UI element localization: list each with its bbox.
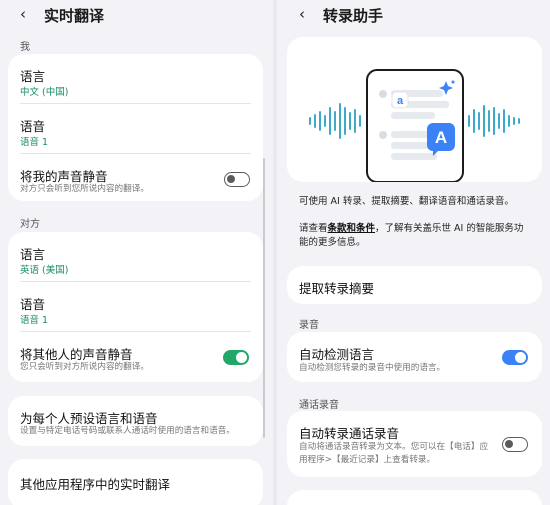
auto-detect-toggle[interactable] xyxy=(502,350,528,365)
me-language-value: 中文 (中国) xyxy=(20,87,69,98)
back-icon[interactable]: ‹ xyxy=(20,5,26,23)
divider xyxy=(20,331,251,332)
illustration-card: a A xyxy=(287,37,542,183)
auto-detect-label: 自动检测语言 xyxy=(299,347,375,362)
left-header: ‹ 实时翻译 xyxy=(0,0,273,30)
summary-button[interactable]: 提取转录摘要 xyxy=(287,266,542,304)
me-voice-value: 语音 1 xyxy=(20,137,49,148)
section-header-recording: 录音 xyxy=(299,320,319,331)
terms-link[interactable]: 条款和条件 xyxy=(328,223,376,234)
auto-detect-row[interactable]: 自动检测语言 自动检测您转录的录音中使用的语言。 xyxy=(287,332,542,382)
right-panel: ‹ 转录助手 a A 可使用 AI 转录、提取摘要、翻译语音和通话录音。 请查看… xyxy=(277,0,550,505)
svg-text:a: a xyxy=(397,95,404,107)
me-voice-label: 语音 xyxy=(20,119,46,134)
other-voice-value: 语音 1 xyxy=(20,315,49,326)
auto-detect-desc: 自动检测您转录的录音中使用的语言。 xyxy=(299,363,446,373)
divider xyxy=(20,153,251,154)
other-mute-toggle[interactable] xyxy=(223,350,249,365)
left-panel: ‹ 实时翻译 我 语言 中文 (中国) 语音 语音 1 将我的声音静音 对方只会… xyxy=(0,0,273,505)
right-header: ‹ 转录助手 xyxy=(277,0,550,30)
me-mute-toggle[interactable] xyxy=(224,172,250,187)
auto-transcribe-desc: 自动将通话录音转录为文本。您可以在【电话】应 用程序>【最近记录】上查看转录。 xyxy=(299,442,489,465)
auto-transcribe-toggle[interactable] xyxy=(502,437,528,452)
back-icon[interactable]: ‹ xyxy=(299,5,305,23)
scrollbar[interactable] xyxy=(263,158,265,438)
me-language-label: 语言 xyxy=(20,69,46,84)
summary-label: 提取转录摘要 xyxy=(299,281,375,296)
preset-desc: 设置与特定电话号码或联系人通话时使用的语言和语音。 xyxy=(20,426,235,436)
preset-language-card[interactable]: 为每个人预设语言和语音 设置与特定电话号码或联系人通话时使用的语言和语音。 xyxy=(8,396,263,446)
divider xyxy=(20,281,251,282)
auto-transcribe-label: 自动转录通话录音 xyxy=(299,426,400,441)
section-header-call: 通话录音 xyxy=(299,400,339,411)
section-header-other: 对方 xyxy=(20,219,40,230)
other-apps-label: 其他应用程序中的实时翻译 xyxy=(20,477,171,492)
translate-small-icon: a xyxy=(391,91,409,109)
auto-transcribe-row[interactable]: 自动转录通话录音 自动将通话录音转录为文本。您可以在【电话】应 用程序>【最近记… xyxy=(287,411,542,477)
other-settings-card: 语言 英语 (美国) 语音 语音 1 将其他人的声音静音 您只会听到对方所说内容… xyxy=(8,232,263,382)
other-language-value: 英语 (美国) xyxy=(20,265,69,276)
svg-text:A: A xyxy=(435,128,447,147)
other-language-label: 语言 xyxy=(20,247,46,262)
transcription-illustration: a A xyxy=(309,69,520,183)
other-apps-card[interactable]: 其他应用程序中的实时翻译 xyxy=(8,459,263,505)
sound-wave-right-icon xyxy=(468,105,520,137)
page-title: 转录助手 xyxy=(323,7,384,25)
page-title: 实时翻译 xyxy=(44,7,105,25)
sound-wave-left-icon xyxy=(309,103,361,139)
other-voice-label: 语音 xyxy=(20,297,46,312)
section-header-me: 我 xyxy=(20,42,30,53)
terms-text: 请查看条款和条件，了解有关盖乐世 AI 的智能服务功 能的更多信息。 xyxy=(299,223,524,248)
me-mute-desc: 对方只会听到您所说内容的翻译。 xyxy=(20,184,149,194)
me-settings-card: 语言 中文 (中国) 语音 语音 1 将我的声音静音 对方只会听到您所说内容的翻… xyxy=(8,54,263,201)
divider xyxy=(20,103,251,104)
intro-text: 可使用 AI 转录、提取摘要、翻译语音和通话录音。 xyxy=(299,196,514,207)
other-mute-desc: 您只会听到对方所说内容的翻译。 xyxy=(20,362,149,372)
next-card[interactable] xyxy=(287,490,542,505)
